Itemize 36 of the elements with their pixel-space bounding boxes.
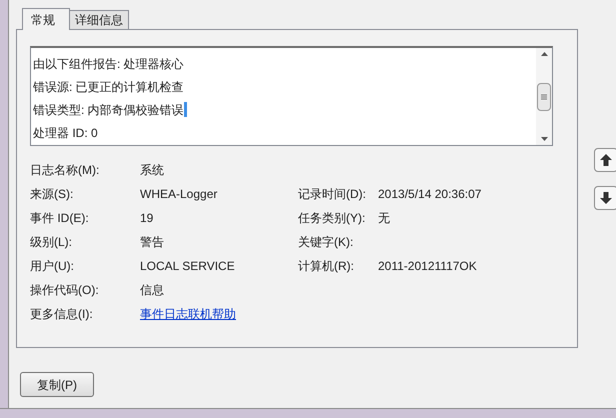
- field-value: 2013/5/14 20:36:07: [378, 187, 482, 201]
- previous-button[interactable]: [594, 148, 616, 172]
- field-label: 级别(L):: [30, 235, 72, 249]
- description-line: 错误类型: 内部奇偶校验错误: [33, 102, 184, 118]
- field-value: 2011-20121117OK: [378, 259, 477, 273]
- field-value: 警告: [140, 235, 164, 249]
- field-label: 更多信息(I):: [30, 307, 93, 321]
- scrollbar-thumb[interactable]: [537, 82, 551, 110]
- field-value: LOCAL SERVICE: [140, 259, 235, 273]
- next-button[interactable]: [594, 186, 616, 210]
- field-label: 操作代码(O):: [30, 283, 99, 297]
- tab[interactable]: 常规: [22, 8, 70, 30]
- up-arrow-icon: [600, 154, 612, 166]
- description-line: 错误源: 已更正的计算机检查: [33, 78, 184, 96]
- scrollbar[interactable]: [536, 48, 552, 145]
- description-line: 由以下组件报告: 处理器核心: [33, 56, 184, 72]
- tab[interactable]: 详细信息: [69, 10, 129, 30]
- copy-button[interactable]: 复制(P): [20, 372, 94, 397]
- scroll-up-icon[interactable]: [540, 52, 548, 56]
- field-label: 计算机(R):: [298, 259, 354, 273]
- field-value: 19: [140, 211, 154, 225]
- scroll-down-icon[interactable]: [540, 137, 548, 141]
- help-link[interactable]: 事件日志联机帮助: [140, 307, 236, 321]
- field-value: 系统: [140, 163, 164, 177]
- field-label: 日志名称(M):: [30, 163, 100, 177]
- field-label: 事件 ID(E):: [30, 211, 89, 225]
- field-label: 关键字(K):: [298, 235, 354, 249]
- field-label: 来源(S):: [30, 187, 74, 201]
- field-label: 记录时间(D):: [298, 187, 366, 201]
- field-label: 任务类别(Y):: [298, 211, 366, 225]
- down-arrow-icon: [600, 192, 612, 204]
- description-line: 处理器 ID: 0: [33, 124, 98, 142]
- field-label: 用户(U):: [30, 259, 74, 273]
- field-value: WHEA-Logger: [140, 187, 218, 201]
- field-value: 无: [378, 211, 390, 225]
- field-value: 信息: [140, 283, 164, 297]
